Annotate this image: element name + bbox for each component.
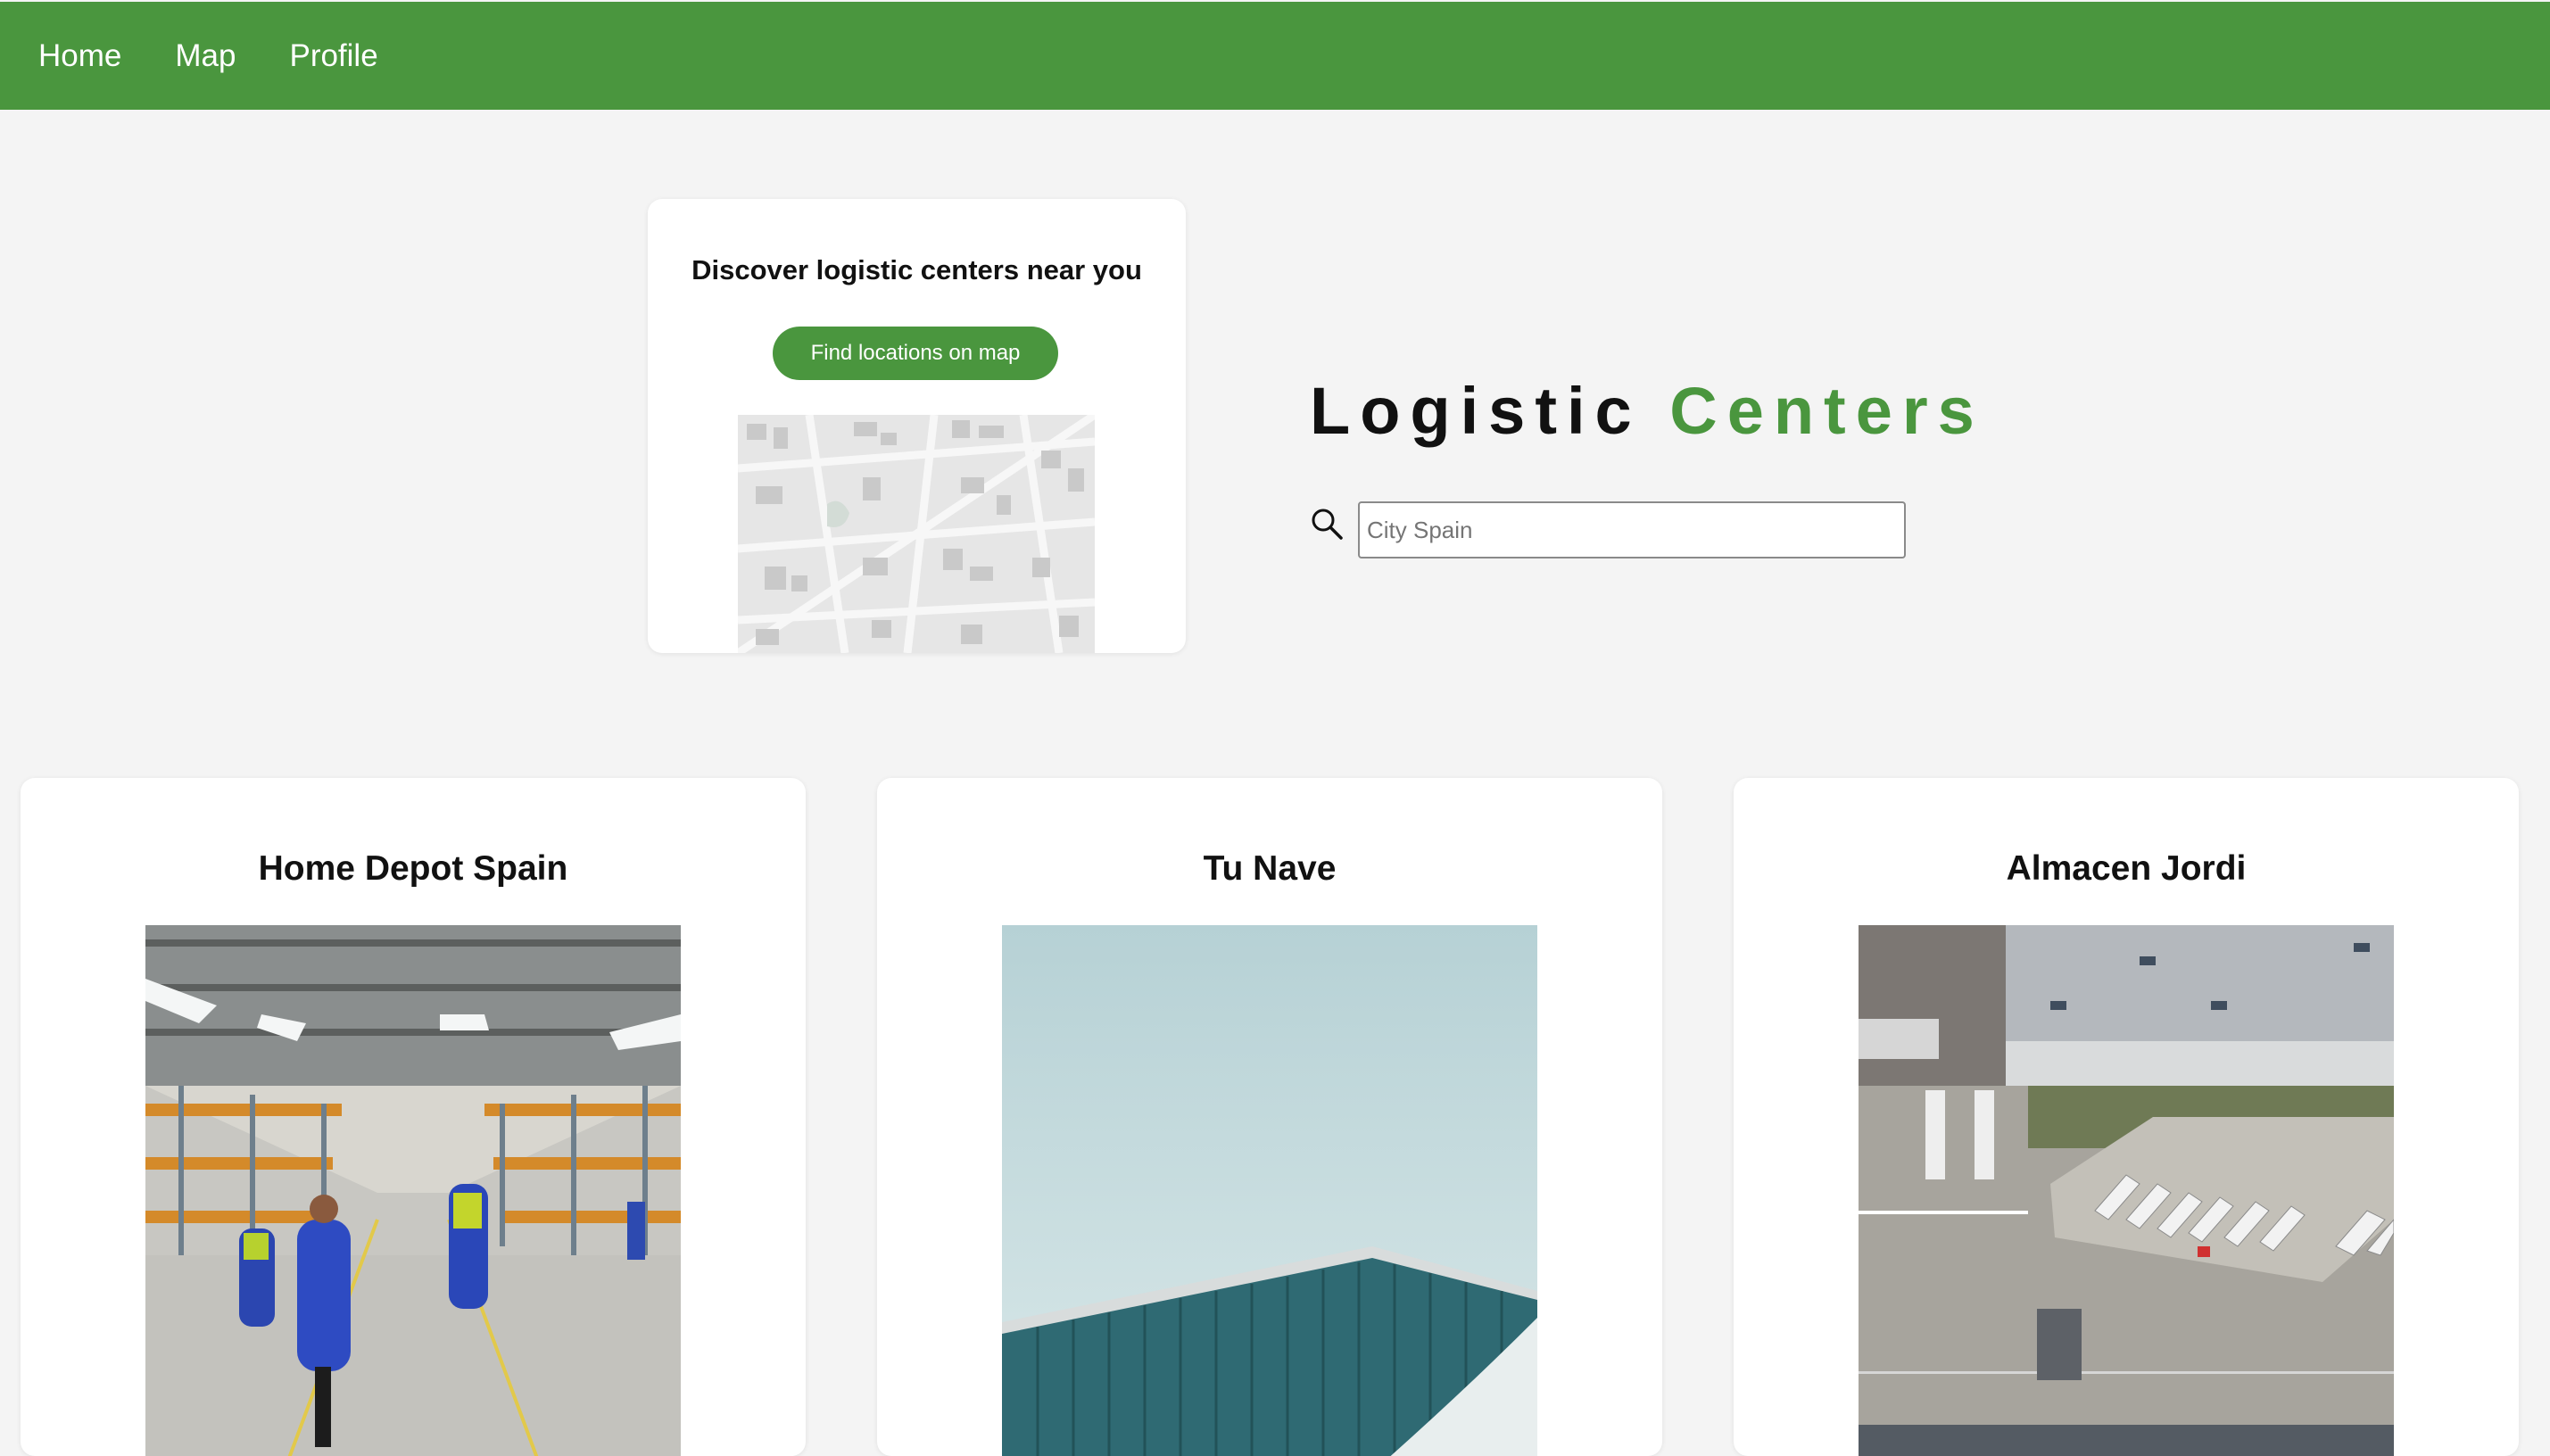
center-card-tu-nave[interactable]: Tu Nave	[877, 778, 1662, 1456]
nav-link-home[interactable]: Home	[38, 38, 121, 74]
center-card-title: Almacen Jordi	[2006, 849, 2247, 888]
page-title-word-logistic: Logistic	[1310, 374, 1642, 448]
center-card-almacen-jordi[interactable]: Almacen Jordi	[1734, 778, 2519, 1456]
nav-link-map[interactable]: Map	[175, 38, 236, 74]
warehouse-roof-photo	[1002, 925, 1537, 1456]
warehouse-aerial-photo	[1859, 925, 2394, 1456]
find-locations-button[interactable]: Find locations on map	[773, 327, 1058, 380]
nav-link-profile[interactable]: Profile	[289, 38, 377, 74]
top-navbar: Home Map Profile	[0, 2, 2550, 110]
page-title: Logistic Centers	[1310, 373, 1984, 449]
map-preview-image	[738, 415, 1095, 653]
page-title-word-centers: Centers	[1669, 374, 1984, 448]
center-card-home-depot[interactable]: Home Depot Spain	[21, 778, 806, 1456]
search-icon	[1310, 507, 1344, 541]
center-card-title: Home Depot Spain	[258, 849, 568, 888]
warehouse-interior-photo	[145, 925, 681, 1456]
city-search-input[interactable]	[1358, 501, 1906, 558]
discover-card: Discover logistic centers near you Find …	[648, 199, 1186, 653]
center-card-title: Tu Nave	[1203, 849, 1337, 888]
discover-card-title: Discover logistic centers near you	[691, 254, 1142, 285]
